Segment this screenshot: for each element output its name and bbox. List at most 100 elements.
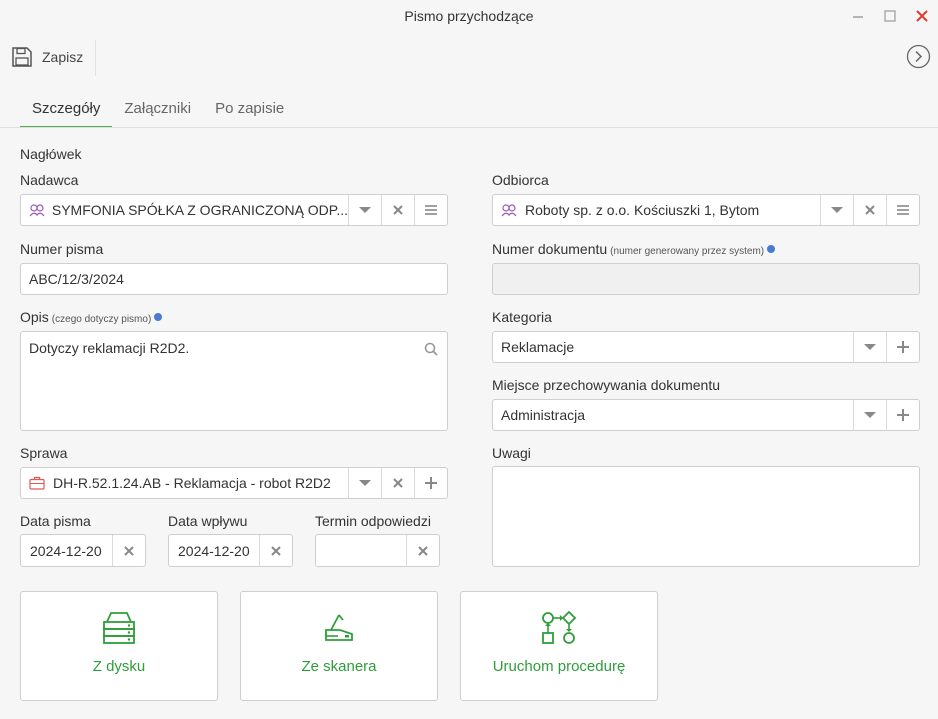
sprawa-add-button[interactable]: [414, 468, 447, 498]
save-label: Zapisz: [42, 49, 84, 65]
nadawca-dropdown-button[interactable]: [348, 195, 381, 225]
tab-szczegoly[interactable]: Szczegóły: [20, 92, 113, 128]
data-pisma-value: 2024-12-20: [30, 542, 102, 559]
kategoria-add-button[interactable]: [886, 332, 919, 362]
miejsce-label: Miejsce przechowywania dokumentu: [492, 377, 720, 393]
list-icon: [897, 205, 909, 215]
sprawa-value: DH-R.52.1.24.AB - Reklamacja - robot R2D…: [53, 475, 331, 491]
next-button[interactable]: [906, 44, 931, 69]
window-title: Pismo przychodzące: [404, 8, 534, 24]
close-icon: [916, 10, 928, 22]
termin-label: Termin odpowiedzi: [315, 513, 431, 529]
maximize-button[interactable]: [878, 4, 902, 28]
numer-dokumentu-hint: (numer generowany przez system): [610, 246, 765, 257]
sprawa-clear-button[interactable]: [381, 468, 414, 498]
odbiorca-list-button[interactable]: [886, 195, 919, 225]
numer-pisma-input[interactable]: ABC/12/3/2024: [20, 263, 448, 295]
plus-icon: [897, 341, 909, 353]
nadawca-value: SYMFONIA SPÓŁKA Z OGRANICZONĄ ODP...: [51, 202, 348, 218]
disk-drive-icon: [103, 612, 135, 644]
data-wplywu-clear-button[interactable]: [259, 535, 292, 566]
nadawca-list-button[interactable]: [414, 195, 447, 225]
data-wplywu-input[interactable]: 2024-12-20: [168, 534, 293, 567]
termin-input[interactable]: [315, 534, 440, 567]
save-button[interactable]: Zapisz: [10, 43, 83, 71]
data-pisma-clear-button[interactable]: [112, 535, 145, 566]
plus-icon: [897, 409, 909, 421]
toolbar-divider: [95, 40, 96, 76]
tab-po-zapisie[interactable]: Po zapisie: [203, 92, 296, 128]
odbiorca-label: Odbiorca: [492, 172, 549, 188]
miejsce-select[interactable]: Administracja: [492, 399, 920, 431]
info-icon[interactable]: [767, 245, 776, 254]
tab-zalaczniki[interactable]: Załączniki: [112, 92, 203, 128]
search-icon[interactable]: [424, 342, 438, 356]
odbiorca-value: Roboty sp. z o.o. Kościuszki 1, Bytom: [525, 202, 760, 218]
miejsce-value: Administracja: [501, 407, 586, 423]
close-button[interactable]: [910, 4, 934, 28]
opis-value: Dotyczy reklamacji R2D2.: [29, 340, 190, 356]
z-dysku-label: Z dysku: [92, 658, 146, 675]
minimize-button[interactable]: [846, 4, 870, 28]
floppy-disk-icon: [12, 47, 32, 67]
kategoria-select[interactable]: Reklamacje: [492, 331, 920, 363]
numer-pisma-label: Numer pisma: [20, 241, 104, 257]
toolbar: Zapisz: [0, 38, 938, 78]
section-title: Nagłówek: [20, 146, 82, 162]
odbiorca-field[interactable]: Roboty sp. z o.o. Kościuszki 1, Bytom: [492, 194, 920, 226]
opis-label: Opis (czego dotyczy pismo): [20, 309, 163, 325]
termin-clear-button[interactable]: [406, 535, 439, 566]
plus-icon: [425, 477, 437, 489]
info-icon[interactable]: [154, 313, 163, 322]
opis-label-text: Opis: [20, 309, 49, 325]
odbiorca-clear-button[interactable]: [853, 195, 886, 225]
chevron-right-circle-icon: [906, 44, 931, 69]
contact-icon: [29, 203, 46, 217]
list-icon: [425, 205, 437, 215]
clear-icon: [418, 545, 428, 556]
sprawa-label: Sprawa: [20, 445, 68, 461]
numer-pisma-value: ABC/12/3/2024: [29, 271, 124, 287]
ze-skanera-label: Ze skanera: [301, 658, 377, 675]
opis-textarea[interactable]: Dotyczy reklamacji R2D2.: [20, 331, 448, 431]
tabs-divider: [0, 127, 938, 128]
clear-icon: [124, 545, 134, 556]
opis-hint: (czego dotyczy pismo): [51, 314, 152, 325]
caret-down-icon: [831, 207, 843, 213]
data-wplywu-value: 2024-12-20: [178, 542, 250, 559]
kategoria-value: Reklamacje: [501, 339, 575, 355]
kategoria-dropdown-button[interactable]: [853, 332, 886, 362]
data-pisma-label: Data pisma: [20, 513, 91, 529]
uwagi-textarea[interactable]: [492, 466, 920, 567]
nadawca-label: Nadawca: [20, 172, 79, 188]
data-wplywu-label: Data wpływu: [168, 513, 248, 529]
sprawa-field[interactable]: DH-R.52.1.24.AB - Reklamacja - robot R2D…: [20, 467, 448, 499]
caret-down-icon: [864, 344, 876, 350]
scanner-icon: [325, 614, 353, 641]
z-dysku-button[interactable]: Z dysku: [20, 591, 218, 701]
clear-icon: [865, 205, 875, 215]
uruchom-procedure-button[interactable]: Uruchom procedurę: [460, 591, 658, 701]
numer-dokumentu-input: [492, 263, 920, 295]
ze-skanera-button[interactable]: Ze skanera: [240, 591, 438, 701]
sprawa-dropdown-button[interactable]: [348, 468, 381, 498]
briefcase-icon: [29, 476, 47, 490]
caret-down-icon: [359, 480, 371, 486]
uruchom-procedure-label: Uruchom procedurę: [492, 658, 626, 675]
uwagi-label: Uwagi: [492, 445, 531, 461]
numer-dokumentu-label-text: Numer dokumentu: [492, 241, 608, 257]
nadawca-clear-button[interactable]: [381, 195, 414, 225]
clear-icon: [393, 205, 403, 215]
miejsce-add-button[interactable]: [886, 400, 919, 430]
odbiorca-dropdown-button[interactable]: [820, 195, 853, 225]
kategoria-label: Kategoria: [492, 309, 552, 325]
caret-down-icon: [359, 207, 371, 213]
caret-down-icon: [864, 412, 876, 418]
miejsce-dropdown-button[interactable]: [853, 400, 886, 430]
workflow-icon: [542, 610, 577, 644]
data-pisma-input[interactable]: 2024-12-20: [20, 534, 146, 567]
clear-icon: [271, 545, 281, 556]
numer-dokumentu-label: Numer dokumentu (numer generowany przez s…: [492, 241, 776, 257]
tab-bar: Szczegóły Załączniki Po zapisie: [20, 92, 296, 128]
nadawca-field[interactable]: SYMFONIA SPÓŁKA Z OGRANICZONĄ ODP...: [20, 194, 448, 226]
